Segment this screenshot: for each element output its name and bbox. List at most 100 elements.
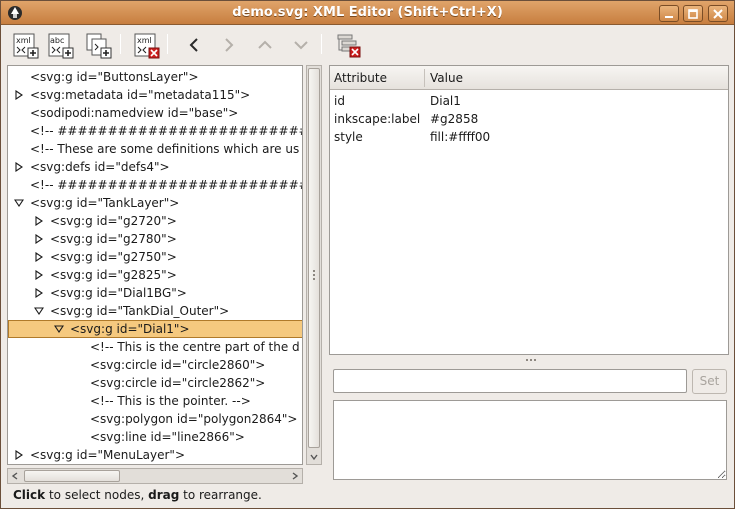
tree-node-label: <svg:g id="g2720">	[50, 214, 177, 228]
attribute-row[interactable]: inkscape:label #g2858	[330, 110, 728, 128]
attribute-value: fill:#ffff00	[430, 130, 491, 144]
close-icon	[713, 9, 723, 19]
attribute-list-header: Attribute Value	[330, 66, 728, 90]
lower-node-button[interactable]	[287, 31, 315, 59]
new-text-icon-label: abc	[50, 36, 64, 45]
expander-collapsed-icon[interactable]	[14, 162, 24, 172]
expander-collapsed-icon[interactable]	[34, 270, 44, 280]
minimize-icon	[665, 16, 673, 18]
tree-node[interactable]: <svg:circle id="circle2862">	[8, 374, 302, 392]
arrow-right-icon	[225, 38, 234, 52]
tree-node[interactable]: <svg:g id="g2825">	[8, 266, 302, 284]
expander-expanded-icon[interactable]	[34, 306, 44, 316]
duplicate-node-icon	[86, 33, 112, 59]
indent-node-button[interactable]	[215, 31, 243, 59]
tree-horizontal-scroll-thumb[interactable]	[24, 470, 120, 482]
unindent-node-button[interactable]	[180, 31, 208, 59]
minimize-button[interactable]	[659, 5, 679, 22]
expander-collapsed-icon[interactable]	[34, 288, 44, 298]
expander-collapsed-icon[interactable]	[34, 216, 44, 226]
toolbar-separator	[167, 34, 168, 54]
tree-horizontal-scrollbar[interactable]	[7, 468, 303, 484]
tree-node[interactable]: <svg:g id="TankLayer">	[8, 194, 302, 212]
tree-node-selected[interactable]: <svg:g id="Dial1">	[8, 320, 302, 338]
tree-node-label: <!-- ##################################	[30, 124, 303, 138]
new-text-node-icon: abc	[48, 33, 74, 59]
pane-resize-grip-icon[interactable]	[311, 269, 317, 281]
tree-node[interactable]: <svg:polygon id="polygon2864">	[8, 410, 302, 428]
expander-expanded-icon[interactable]	[54, 324, 64, 334]
tree-node[interactable]: <svg:defs id="defs4">	[8, 158, 302, 176]
tree-node-label: <svg:metadata id="metadata115">	[30, 88, 251, 102]
tree-node-label: <svg:defs id="defs4">	[30, 160, 170, 174]
tree-node[interactable]: <!-- ##################################	[8, 122, 303, 140]
tree-node-label: <svg:g id="Dial1">	[70, 322, 190, 336]
tree-node[interactable]: <!-- These are some definitions which ar…	[8, 140, 302, 158]
raise-node-button[interactable]	[251, 31, 279, 59]
tree-node[interactable]: <svg:g id="g2750">	[8, 248, 302, 266]
maximize-button[interactable]	[683, 5, 703, 22]
tree-node[interactable]: <svg:metadata id="metadata115">	[8, 86, 302, 104]
tree-vertical-scrollbar[interactable]	[306, 65, 322, 465]
tree-node[interactable]: <svg:g id="g2720">	[8, 212, 302, 230]
tree-node[interactable]: <svg:line id="line2866">	[8, 428, 302, 446]
close-button[interactable]	[708, 5, 728, 22]
scroll-down-icon[interactable]	[308, 451, 320, 463]
arrow-down-icon	[294, 41, 308, 50]
tree-node-label: <svg:g id="g2750">	[50, 250, 177, 264]
tree-node[interactable]: <sodipodi:namedview id="base">	[8, 104, 302, 122]
duplicate-node-button[interactable]	[84, 31, 112, 59]
status-end-text: to rearrange.	[179, 488, 262, 502]
toolbar-separator	[321, 34, 322, 54]
xml-editor-window: demo.svg: XML Editor (Shift+Ctrl+X) xml …	[0, 0, 735, 509]
tree-node-label: <svg:line id="line2866">	[90, 430, 245, 444]
attribute-value: #g2858	[430, 112, 479, 126]
expander-collapsed-icon[interactable]	[14, 90, 24, 100]
new-element-node-icon: xml	[13, 33, 39, 59]
tree-node[interactable]: <svg:g id="ButtonsLayer">	[8, 68, 302, 86]
tree-node[interactable]: <!-- This is the pointer. -->	[8, 392, 302, 410]
new-element-node-button[interactable]: xml	[11, 31, 39, 59]
scroll-right-icon[interactable]	[289, 470, 301, 482]
expander-collapsed-icon[interactable]	[34, 252, 44, 262]
tree-vertical-scroll-thumb[interactable]	[308, 68, 320, 448]
tree-node[interactable]: <svg:g id="MenuLayer">	[8, 446, 302, 464]
attribute-list[interactable]: Attribute Value id Dial1 inkscape:label #g2…	[329, 65, 729, 355]
new-text-node-button[interactable]: abc	[46, 31, 74, 59]
tree-node[interactable]: <svg:g id="TankDial_Outer">	[8, 302, 302, 320]
tree-node-label: <svg:circle id="circle2860">	[90, 358, 266, 372]
value-column-header[interactable]: Value	[426, 66, 463, 90]
attribute-pane-resize-grip-icon[interactable]	[525, 357, 537, 363]
tree-node-label: <svg:g id="TankLayer">	[30, 196, 180, 210]
title-bar[interactable]: demo.svg: XML Editor (Shift+Ctrl+X)	[1, 1, 734, 25]
expander-collapsed-icon[interactable]	[34, 234, 44, 244]
set-attribute-button[interactable]: Set	[692, 369, 727, 394]
node-tree[interactable]: <svg:g id="ButtonsLayer"> <svg:metadata i…	[7, 65, 303, 465]
status-drag-word: drag	[148, 488, 180, 502]
expander-collapsed-icon[interactable]	[14, 450, 24, 460]
attribute-row[interactable]: style fill:#ffff00	[330, 128, 728, 146]
delete-attribute-button[interactable]	[334, 31, 362, 59]
tree-node[interactable]: <!-- ##################################	[8, 176, 302, 194]
tree-node[interactable]: <svg:g id="Dial1BG">	[8, 284, 302, 302]
delete-icon-label: xml	[137, 36, 152, 45]
attribute-row[interactable]: id Dial1	[330, 92, 728, 110]
attribute-value-textarea[interactable]	[333, 400, 727, 480]
tree-node[interactable]: <svg:g id="g2780">	[8, 230, 302, 248]
delete-node-button[interactable]: xml	[132, 31, 160, 59]
attribute-name-input[interactable]	[333, 369, 687, 393]
status-click-word: Click	[13, 488, 46, 502]
tree-node-label: <svg:polygon id="polygon2864">	[90, 412, 298, 426]
window-title: demo.svg: XML Editor (Shift+Ctrl+X)	[232, 5, 503, 20]
delete-node-icon: xml	[134, 33, 160, 59]
column-divider[interactable]	[424, 69, 425, 87]
tree-node-label: <svg:circle id="circle2862">	[90, 376, 266, 390]
attribute-column-header[interactable]: Attribute	[330, 66, 387, 90]
tree-node-label: <svg:g id="g2825">	[50, 268, 177, 282]
scroll-left-icon[interactable]	[9, 470, 21, 482]
toolbar-separator	[120, 34, 121, 54]
expander-expanded-icon[interactable]	[14, 198, 24, 208]
tree-node-label: <svg:g id="TankDial_Outer">	[50, 304, 230, 318]
tree-node[interactable]: <svg:circle id="circle2860">	[8, 356, 302, 374]
tree-node[interactable]: <!-- This is the centre part of the d	[8, 338, 302, 356]
